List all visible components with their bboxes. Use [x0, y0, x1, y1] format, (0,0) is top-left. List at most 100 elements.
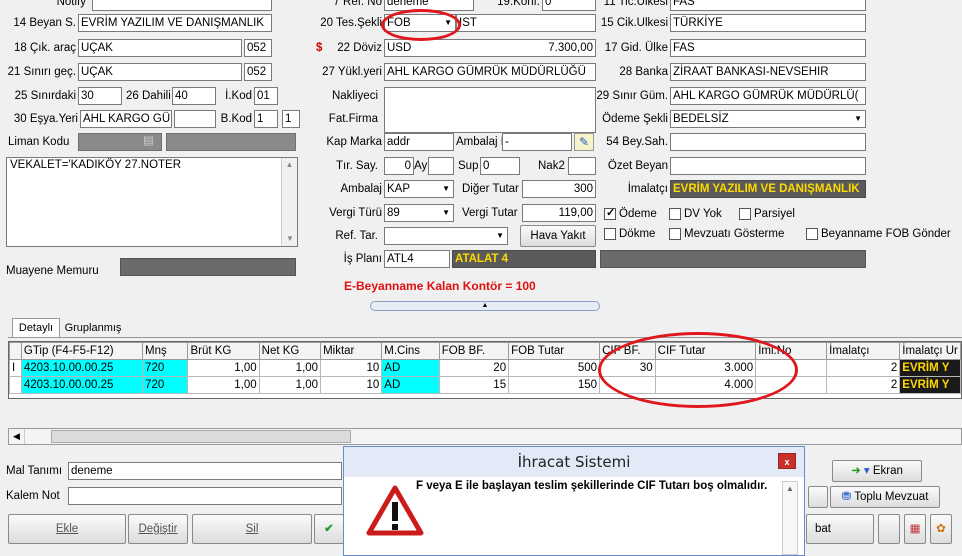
- left-small-button[interactable]: [808, 486, 828, 508]
- cell-mns[interactable]: 720: [142, 376, 189, 394]
- cell-imalatci-ur[interactable]: EVRİM Y: [899, 376, 961, 394]
- konf-input[interactable]: 0: [542, 0, 596, 11]
- dv-yok-checkbox[interactable]: [669, 208, 681, 220]
- col-gtip[interactable]: GTip (F4-F5-F12): [20, 342, 144, 360]
- ambalaj-select[interactable]: KAP: [384, 180, 454, 198]
- gid-ulke-input[interactable]: FAS: [670, 39, 866, 57]
- grid-hscrollbar[interactable]: ◀: [8, 428, 962, 445]
- table-row[interactable]: 4203.10.00.00.25 720 1,00 1,00 10 AD 15 …: [9, 376, 961, 394]
- cell-iml-no[interactable]: [755, 359, 828, 377]
- cell-cif-bf[interactable]: 30: [599, 359, 656, 377]
- kap-marka-input[interactable]: addr: [384, 133, 454, 151]
- ref-tar-select[interactable]: [384, 227, 508, 245]
- esya-yeri-extra[interactable]: [174, 110, 216, 128]
- col-fob-tutar[interactable]: FOB Tutar: [508, 342, 601, 360]
- cell-cif-bf[interactable]: [599, 376, 656, 394]
- ekran-button[interactable]: ➜ ▾ Ekran: [832, 460, 922, 482]
- col-brut-kg[interactable]: Brüt KG: [187, 342, 260, 360]
- cell-mcins[interactable]: AD: [381, 359, 440, 377]
- ref-no-input[interactable]: deneme: [384, 0, 474, 11]
- vergi-tutar-input[interactable]: 119,00: [522, 204, 596, 222]
- cell-fob-bf[interactable]: 20: [438, 359, 510, 377]
- tab-gruplanmis[interactable]: Gruplanmış: [62, 320, 124, 338]
- doviz-input[interactable]: USD 7.300,00: [384, 39, 596, 57]
- mal-tanimi-input[interactable]: deneme: [68, 462, 342, 480]
- ambalaj-edit-icon[interactable]: ✎: [574, 133, 594, 151]
- col-m-cins[interactable]: M.Cins: [381, 342, 440, 360]
- table-row[interactable]: I 4203.10.00.00.25 720 1,00 1,00 10 AD 2…: [9, 359, 961, 377]
- tic-ulkesi-input[interactable]: FAS: [670, 0, 866, 11]
- degistir-button[interactable]: Değiştir: [128, 514, 188, 544]
- dialog-scroll-up-icon[interactable]: ▲: [783, 482, 797, 496]
- cell-mcins[interactable]: AD: [381, 376, 440, 394]
- cell-miktar[interactable]: 10: [320, 376, 383, 394]
- ekle-button[interactable]: Ekle: [8, 514, 126, 544]
- tir-say-input[interactable]: 0: [384, 157, 414, 175]
- cell-brut[interactable]: 1,00: [187, 376, 260, 394]
- cell-iml-no[interactable]: [755, 376, 828, 394]
- cell-fob-tutar[interactable]: 500: [508, 359, 601, 377]
- diger-tutar-input[interactable]: 300: [522, 180, 596, 198]
- book-icon[interactable]: ✿: [930, 514, 952, 544]
- col-miktar[interactable]: Miktar: [320, 342, 383, 360]
- col-imalatci-ur[interactable]: İmalatçı Ur: [899, 342, 961, 360]
- ay-input[interactable]: [428, 157, 454, 175]
- col-iml-no[interactable]: İml.No: [755, 342, 828, 360]
- yukl-yeri-input[interactable]: AHL KARGO GÜMRÜK MÜDÜRLÜĞÜ: [384, 63, 596, 81]
- tab-detayli[interactable]: Detaylı: [12, 318, 60, 338]
- cell-imalatci[interactable]: 2: [826, 359, 901, 377]
- cell-fob-tutar[interactable]: 150: [508, 376, 601, 394]
- cik-arac-input[interactable]: UÇAK: [78, 39, 242, 57]
- dahili-input[interactable]: 40: [172, 87, 216, 105]
- nakliyeci-input[interactable]: [384, 87, 596, 133]
- cell-imalatci[interactable]: 2: [826, 376, 901, 394]
- hscroll-thumb[interactable]: [51, 430, 351, 443]
- fob-gonder-checkbox[interactable]: [806, 228, 818, 240]
- cik-ulkesi-input[interactable]: TÜRKİYE: [670, 14, 866, 32]
- kalem-not-input[interactable]: [68, 487, 342, 505]
- beyan-input[interactable]: EVRİM YAZILIM VE DANIŞMANLIK: [78, 14, 272, 32]
- muayene-input[interactable]: [120, 258, 296, 276]
- is-plani-input[interactable]: ATL4: [384, 250, 450, 268]
- cell-brut[interactable]: 1,00: [187, 359, 260, 377]
- bey-sah-input[interactable]: [670, 133, 866, 151]
- liman-kodu-input[interactable]: ▤: [78, 133, 162, 151]
- scroll-left-icon[interactable]: ◀: [9, 429, 25, 444]
- cell-gtip[interactable]: 4203.10.00.00.25: [20, 359, 144, 377]
- sup-input[interactable]: 0: [480, 157, 520, 175]
- imalatci-input[interactable]: EVRİM YAZILIM VE DANIŞMANLIK: [670, 180, 866, 198]
- tes-sekli-extra[interactable]: IST: [456, 14, 596, 32]
- cell-net[interactable]: 1,00: [258, 376, 322, 394]
- toplu-mevzuat-button[interactable]: ⛃ Toplu Mevzuat: [830, 486, 940, 508]
- mevzuati-checkbox[interactable]: [669, 228, 681, 240]
- vergi-turu-select[interactable]: 89: [384, 204, 454, 222]
- tes-sekli-select[interactable]: FOB: [384, 14, 456, 32]
- calc-icon[interactable]: ▦: [904, 514, 926, 544]
- notify-input[interactable]: [92, 0, 272, 11]
- hava-yakit-button[interactable]: Hava Yakıt: [520, 225, 596, 247]
- ikod-input[interactable]: 01: [254, 87, 278, 105]
- collapse-splitter[interactable]: ▲: [370, 301, 600, 311]
- sinir-gum-input[interactable]: AHL KARGO GÜMRÜK MÜDÜRLÜ(: [670, 87, 866, 105]
- close-icon[interactable]: x: [778, 453, 796, 469]
- nak2-input[interactable]: [568, 157, 596, 175]
- cell-gtip[interactable]: 4203.10.00.00.25: [20, 376, 144, 394]
- sinirdaki-input[interactable]: 30: [78, 87, 122, 105]
- items-grid[interactable]: GTip (F4-F5-F12) Mnş Brüt KG Net KG Mikt…: [8, 341, 962, 399]
- dokme-checkbox[interactable]: [604, 228, 616, 240]
- liman-kodu-lookup-icon[interactable]: ▤: [143, 134, 154, 149]
- banka-input[interactable]: ZİRAAT BANKASI-NEVSEHIR: [670, 63, 866, 81]
- notes-memo[interactable]: VEKALET='KADIKÖY 27.NOTER ▲ ▼: [6, 157, 298, 247]
- odeme-checkbox[interactable]: [604, 206, 616, 220]
- check-icon[interactable]: ✔: [314, 514, 344, 544]
- col-fob-bf[interactable]: FOB BF.: [438, 342, 510, 360]
- odeme-sekli-select[interactable]: BEDELSİZ: [670, 110, 866, 128]
- cell-cif-tutar[interactable]: 3.000: [654, 359, 757, 377]
- sinir-gec-code[interactable]: 052: [244, 63, 272, 81]
- blank-button[interactable]: [878, 514, 900, 544]
- cell-miktar[interactable]: 10: [320, 359, 383, 377]
- cell-imalatci-ur[interactable]: EVRİM Y: [899, 359, 961, 377]
- col-imalatci[interactable]: İmalatçı: [826, 342, 901, 360]
- col-mns[interactable]: Mnş: [142, 342, 189, 360]
- col-net-kg[interactable]: Net KG: [258, 342, 322, 360]
